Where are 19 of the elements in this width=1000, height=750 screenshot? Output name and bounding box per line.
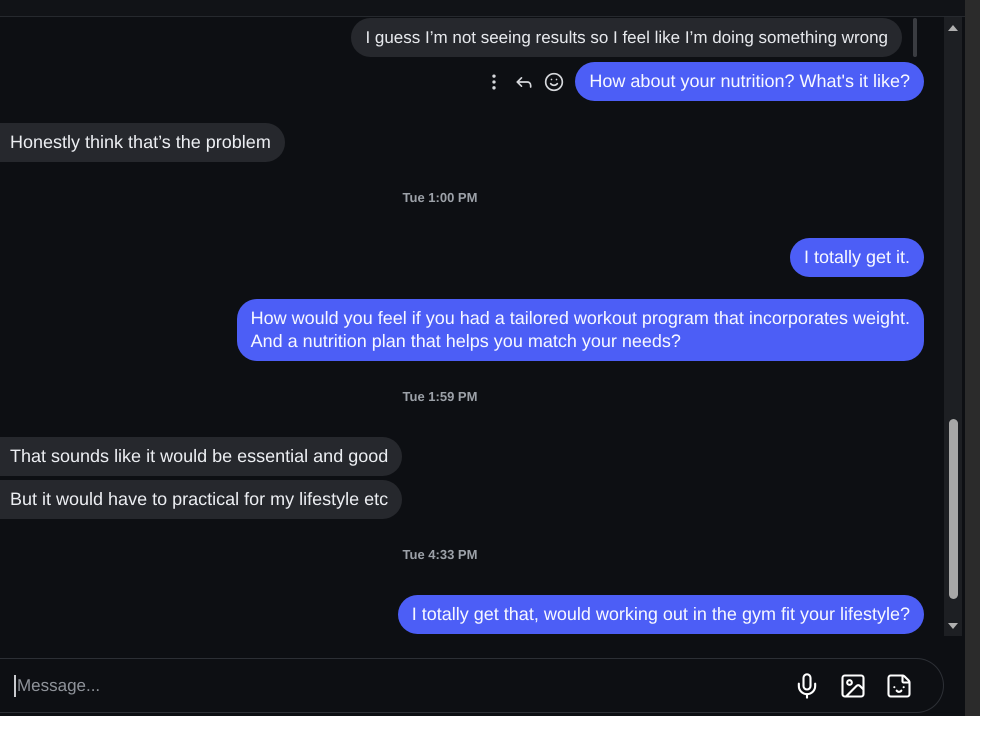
message-bubble: Honestly think that’s the problem [0, 123, 285, 162]
scroll-down-icon[interactable] [948, 623, 958, 629]
timestamp: Tue 4:33 PM [402, 547, 478, 563]
smiley-face-icon[interactable] [544, 72, 564, 92]
message-bubble: How would you feel if you had a tailored workout program that incorporates weight. And a nutrition plan that helps you match your needs? [236, 299, 924, 361]
message-bubble: That sounds like it would be essential and good [0, 437, 402, 476]
image-icon[interactable] [839, 672, 867, 700]
sticker-icon[interactable] [885, 672, 913, 700]
timestamp: Tue 1:59 PM [402, 389, 478, 405]
message-input[interactable]: Message... [16, 672, 316, 698]
message-bubble: How about your nutrition? What's it like? [575, 62, 924, 101]
timestamp: Tue 1:00 PM [402, 190, 478, 206]
quoted-message-bubble[interactable]: I guess I’m not seeing results so I feel like I’m doing something wrong [351, 18, 902, 57]
message-bubble: But it would have to practical for my lifestyle etc [0, 480, 402, 519]
scrollbar-thumb[interactable] [948, 419, 958, 599]
message-bubble: I totally get that, would working out in the gym fit your lifestyle? [398, 595, 924, 634]
scroll-up-icon[interactable] [948, 25, 958, 31]
scrollbar-track[interactable] [944, 17, 962, 636]
message-bubble: I totally get it. [790, 238, 924, 277]
